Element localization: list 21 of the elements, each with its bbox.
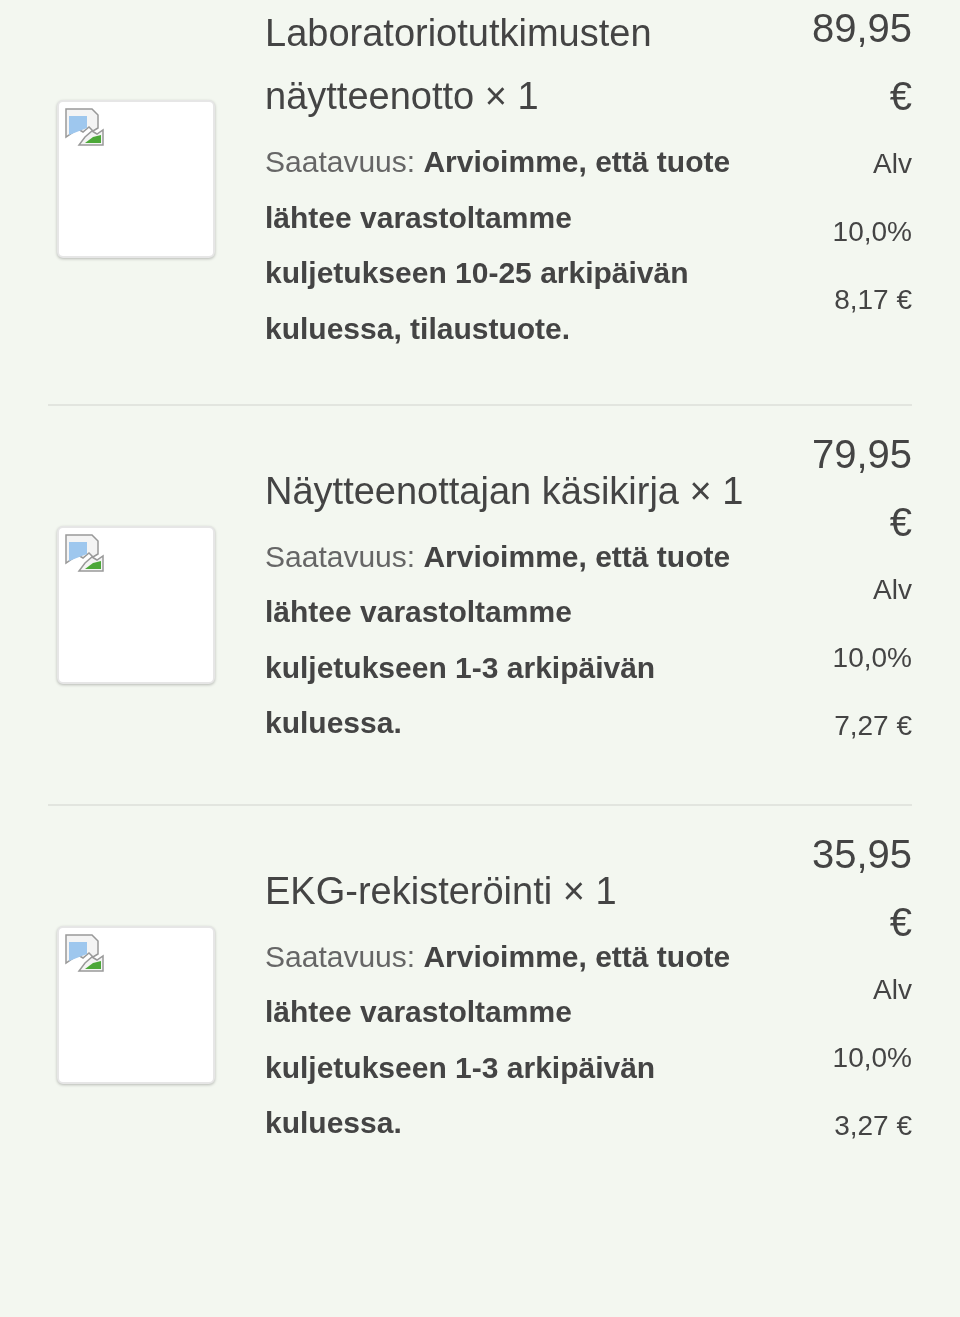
vat-rate: 10,0% bbox=[832, 641, 912, 675]
price: 89,95 € bbox=[810, 5, 912, 120]
vat-label: Alv bbox=[873, 573, 912, 607]
vat-label: Alv bbox=[873, 147, 912, 181]
price: 79,95 € bbox=[810, 431, 912, 546]
price: 35,95 € bbox=[810, 831, 912, 946]
availability-text: Saatavuus: Arvioimme, että tuote lähtee varastoltamme kuljetukseen 1-3 arkipäivän kuluessa. bbox=[265, 538, 732, 741]
broken-image-icon bbox=[65, 934, 105, 972]
availability-text: Saatavuus: Arvioimme, että tuote lähtee varastoltamme kuljetukseen 1-3 arkipäivän kuluessa. bbox=[265, 938, 732, 1141]
product-title: Laboratoriotutkimusten näytteenotto × 1 bbox=[265, 11, 653, 119]
vat-amount: 3,27 € bbox=[834, 1109, 912, 1143]
vat-rate: 10,0% bbox=[832, 1041, 912, 1075]
vat-amount: 7,27 € bbox=[834, 709, 912, 743]
broken-image-icon bbox=[65, 108, 105, 146]
product-title: EKG-rekisteröinti × 1 bbox=[265, 868, 618, 914]
vat-label: Alv bbox=[873, 973, 912, 1007]
broken-image-icon bbox=[65, 534, 105, 572]
vat-amount: 8,17 € bbox=[834, 283, 912, 317]
vat-rate: 10,0% bbox=[832, 215, 912, 249]
availability-text: Saatavuus: Arvioimme, että tuote lähtee varastoltamme kuljetukseen 10-25 arkipäivän kuluessa, tilaustuote. bbox=[265, 144, 732, 347]
product-title: Näytteenottajan käsikirja × 1 bbox=[265, 468, 745, 514]
